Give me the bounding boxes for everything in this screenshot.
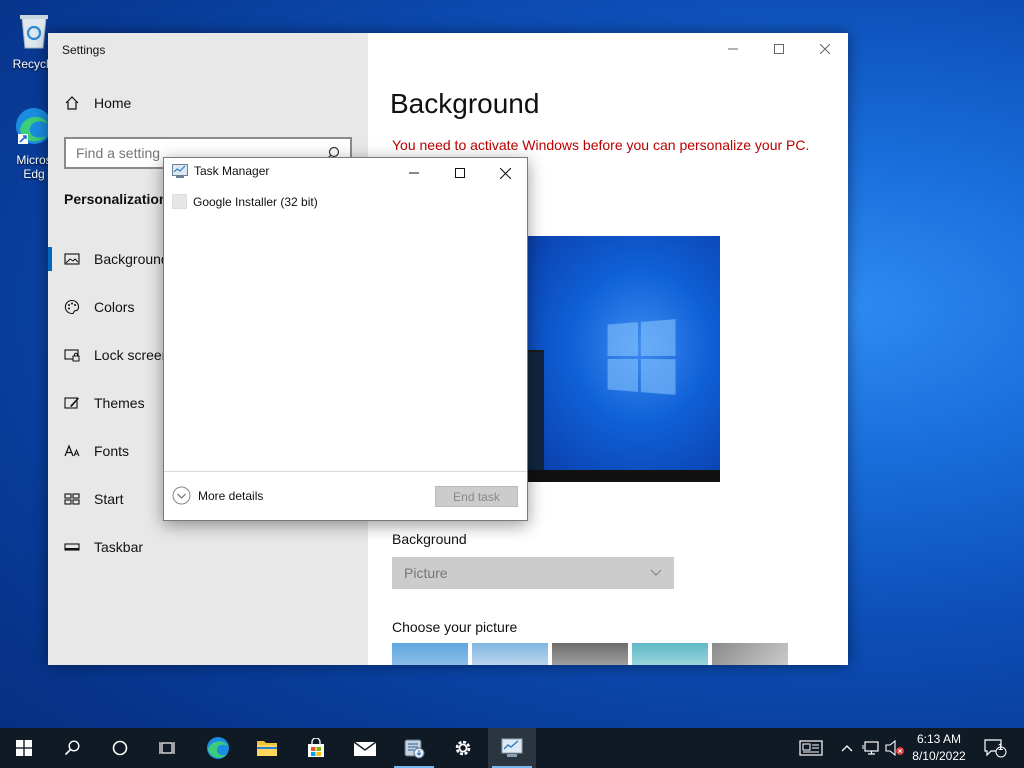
dropdown-value: Picture (404, 565, 448, 581)
mail-icon (353, 741, 377, 756)
nav-item-label: Themes (94, 395, 145, 411)
themes-icon (64, 397, 79, 409)
home-nav-item[interactable]: Home (64, 95, 131, 111)
clock-time: 6:13 AM (916, 732, 962, 746)
task-manager-window: Task Manager Google Installer (32 bit) M… (163, 157, 528, 521)
task-view-button[interactable] (144, 728, 192, 768)
folder-icon (257, 741, 277, 756)
windows-logo-preview (607, 319, 676, 395)
action-center-button[interactable]: 1 (978, 728, 1012, 768)
preview-taskbar (520, 470, 720, 482)
nav-item-label: Taskbar (94, 539, 144, 555)
notification-count: 1 (998, 742, 1004, 752)
task-manager-icon (501, 738, 523, 757)
task-manager-icon (172, 164, 188, 178)
taskbar-mail[interactable] (341, 728, 389, 768)
task-manager-title: Task Manager (194, 164, 270, 178)
background-preview (520, 236, 720, 482)
nav-item-label: Colors (94, 299, 135, 315)
minimize-icon (728, 48, 738, 50)
maximize-button[interactable] (756, 33, 802, 65)
search-button[interactable] (48, 728, 96, 768)
cortana-icon (112, 740, 128, 756)
taskbar-store[interactable] (292, 728, 340, 768)
thumbnail[interactable] (552, 643, 628, 665)
more-details-button[interactable]: More details (172, 486, 263, 505)
notification-icon (984, 739, 1007, 758)
tm-maximize-button[interactable] (437, 158, 483, 188)
taskbar-edge[interactable] (194, 728, 242, 768)
windows-logo-icon (16, 740, 32, 756)
minimize-icon (409, 172, 419, 174)
clock-date: 8/10/2022 (912, 749, 966, 763)
show-hidden-icons-button[interactable] (838, 728, 856, 768)
nav-item-label: Background (94, 251, 169, 267)
maximize-icon (455, 168, 465, 178)
system-clock[interactable]: 6:13 AM 8/10/2022 (904, 731, 974, 765)
tm-minimize-button[interactable] (391, 158, 437, 188)
lock-screen-icon (64, 349, 80, 362)
nav-item-label: Lock screen (94, 347, 170, 363)
window-title: Settings (62, 43, 106, 57)
maximize-icon (774, 44, 784, 54)
page-title: Background (390, 88, 540, 119)
background-label: Background (392, 531, 467, 547)
news-widget-button[interactable] (794, 728, 828, 768)
taskbar-installer[interactable] (390, 728, 438, 768)
home-icon (65, 96, 79, 110)
search-icon (64, 740, 80, 756)
taskbar-task-manager[interactable] (488, 728, 536, 768)
news-icon (799, 740, 823, 756)
close-button[interactable] (802, 33, 848, 65)
installer-icon (404, 739, 425, 759)
network-button[interactable] (860, 728, 882, 768)
nav-item-label: Fonts (94, 443, 130, 459)
network-icon (862, 741, 879, 755)
background-dropdown[interactable]: Picture (392, 557, 674, 589)
process-name: Google Installer (32 bit) (193, 194, 318, 209)
picture-thumbnails (392, 643, 788, 665)
process-row[interactable]: Google Installer (32 bit) (172, 194, 318, 209)
minimize-button[interactable] (710, 33, 756, 65)
thumbnail[interactable] (472, 643, 548, 665)
task-manager-titlebar: Task Manager (172, 164, 269, 178)
volume-button[interactable] (884, 728, 906, 768)
home-label: Home (94, 95, 132, 111)
start-icon (64, 493, 80, 505)
chevron-up-icon (841, 745, 853, 752)
picture-icon (64, 253, 80, 265)
edge-icon (207, 737, 229, 759)
volume-muted-icon (885, 740, 904, 756)
task-manager-footer: More details End task (164, 471, 527, 521)
chevron-down-circle-icon (172, 486, 191, 505)
thumbnail[interactable] (712, 643, 788, 665)
gear-icon (455, 740, 471, 756)
activation-warning: You need to activate Windows before you … (392, 137, 810, 153)
palette-icon (64, 299, 80, 314)
chevron-down-icon (650, 569, 662, 576)
close-icon (820, 44, 830, 54)
taskbar-settings[interactable] (439, 728, 487, 768)
nav-item-label: Start (94, 491, 124, 507)
store-icon (308, 738, 324, 757)
thumbnail[interactable] (392, 643, 468, 665)
thumbnail[interactable] (632, 643, 708, 665)
taskbar: 6:13 AM 8/10/2022 1 (0, 728, 1024, 768)
section-heading: Personalization (64, 191, 168, 207)
end-task-button[interactable]: End task (435, 486, 518, 507)
tm-close-button[interactable] (482, 158, 528, 188)
start-button[interactable] (0, 728, 48, 768)
fonts-icon (64, 444, 80, 457)
cortana-button[interactable] (96, 728, 144, 768)
process-icon (172, 194, 187, 209)
task-view-icon (159, 742, 175, 754)
taskbar-file-explorer[interactable] (243, 728, 291, 768)
close-icon (499, 167, 511, 179)
taskbar-icon (64, 543, 80, 551)
nav-item-taskbar[interactable]: Taskbar (48, 523, 368, 571)
more-details-label: More details (198, 488, 264, 503)
choose-picture-label: Choose your picture (392, 619, 518, 635)
